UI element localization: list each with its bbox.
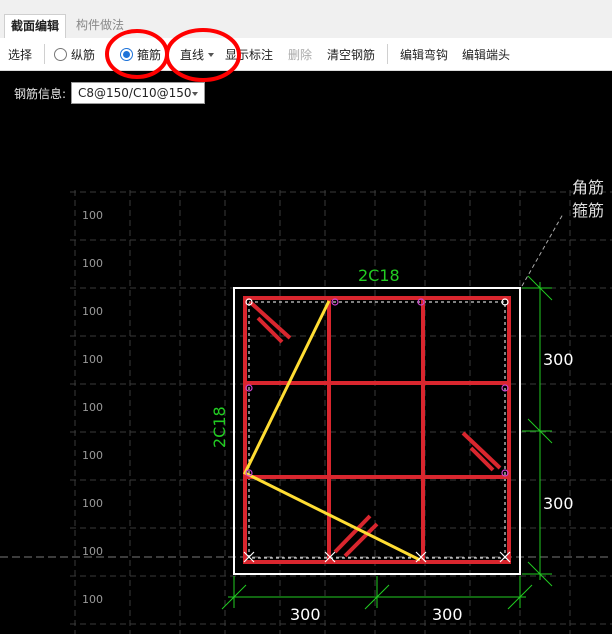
toolbar-divider bbox=[387, 44, 388, 64]
rebar-info-label: 钢筋信息: bbox=[14, 87, 67, 101]
radio-off-icon bbox=[54, 48, 67, 61]
clear-rebar-button[interactable]: 清空钢筋 bbox=[327, 46, 375, 63]
longitudinal-label: 纵筋 bbox=[71, 48, 96, 62]
show-annotation-button[interactable]: 显示标注 bbox=[225, 46, 273, 63]
rebar-info-value: C8@150/C10@150 bbox=[78, 86, 192, 100]
rebar-info-select[interactable]: C8@150/C10@150 bbox=[71, 82, 205, 104]
stirrup-radio[interactable]: 箍筋 bbox=[120, 46, 161, 63]
longitudinal-radio[interactable]: 纵筋 bbox=[54, 46, 95, 63]
edit-end-button[interactable]: 编辑端头 bbox=[462, 46, 510, 63]
toolbar-divider bbox=[44, 44, 45, 64]
radio-on-icon bbox=[120, 48, 133, 61]
tab-component-method[interactable]: 构件做法 bbox=[70, 14, 132, 38]
line-mode-dropdown[interactable]: 直线 bbox=[180, 46, 215, 63]
toolbar: 选择 纵筋 箍筋 直线 显示标注 删除 清空钢筋 编辑弯钩 编辑端头 bbox=[0, 38, 612, 71]
chevron-down-icon bbox=[208, 53, 215, 57]
tab-bar: 截面编辑 构件做法 bbox=[0, 0, 612, 39]
tab-section-edit[interactable]: 截面编辑 bbox=[4, 14, 66, 38]
delete-button[interactable]: 删除 bbox=[288, 46, 312, 63]
edit-hook-button[interactable]: 编辑弯钩 bbox=[400, 46, 448, 63]
line-mode-label: 直线 bbox=[180, 48, 205, 62]
select-button[interactable]: 选择 bbox=[8, 46, 32, 63]
stirrup-label: 箍筋 bbox=[137, 48, 162, 62]
chevron-down-icon bbox=[192, 92, 198, 96]
drawing-canvas[interactable] bbox=[0, 71, 612, 634]
